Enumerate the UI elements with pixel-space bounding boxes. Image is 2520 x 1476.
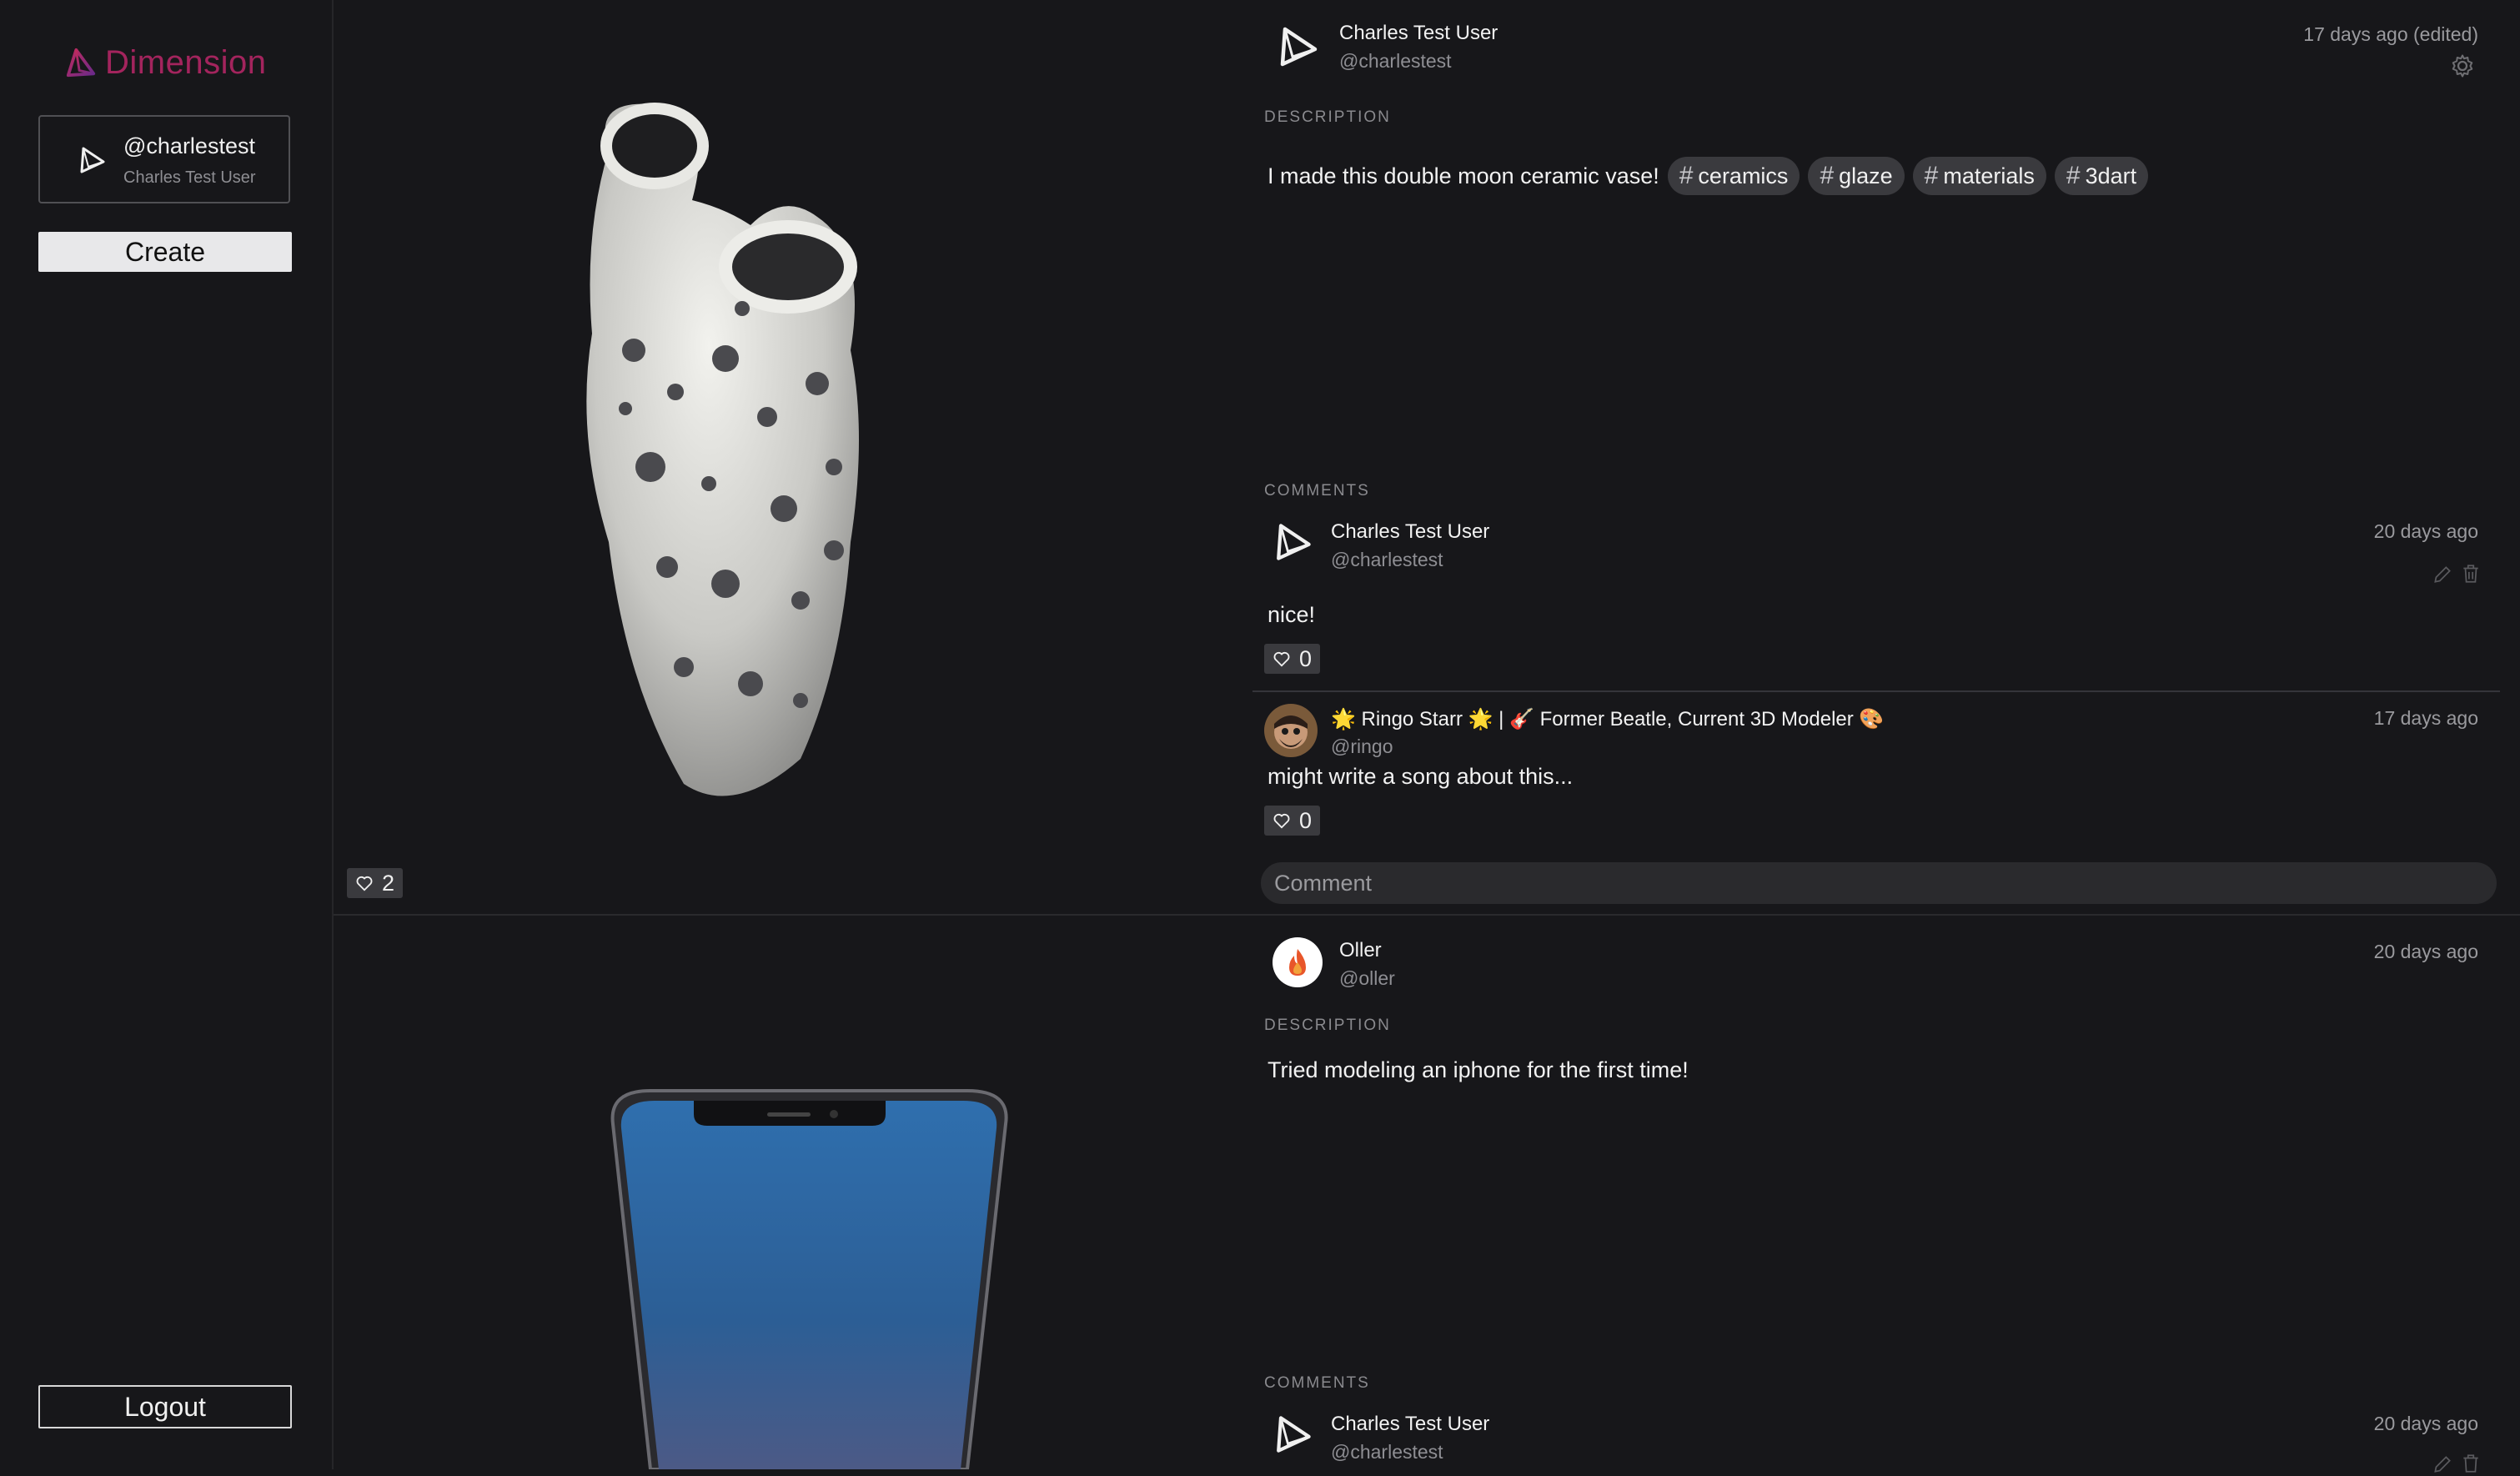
dimension-logo-icon — [66, 48, 96, 78]
comment-author-avatar[interactable] — [1269, 1411, 1316, 1458]
hash-icon: # — [1820, 162, 1835, 189]
description-label: DESCRIPTION — [1264, 108, 1391, 126]
pencil-icon[interactable] — [2432, 1453, 2453, 1476]
post-like-button[interactable]: 2 — [347, 868, 404, 898]
post-author-name[interactable]: Charles Test User — [1339, 22, 1498, 45]
comment-author-avatar[interactable] — [1269, 519, 1316, 565]
comment-author-name[interactable]: Charles Test User — [1331, 520, 1489, 544]
iphone-model-render — [610, 1089, 1008, 1469]
author-avatar[interactable] — [1273, 937, 1323, 987]
gear-icon[interactable] — [2450, 53, 2475, 78]
tag-chip[interactable]: #3dart — [2054, 157, 2149, 195]
pencil-icon[interactable] — [2432, 563, 2453, 586]
comment-author-name[interactable]: 🌟 Ringo Starr 🌟 | 🎸 Former Beatle, Curre… — [1331, 707, 1884, 731]
sidebar: Dimension @charlestest Charles Test User… — [0, 0, 334, 1469]
current-user-handle: @charlestest — [123, 133, 255, 158]
tag-chip[interactable]: # glaze — [1808, 157, 1905, 195]
comment-author-handle: @charlestest — [1331, 549, 1443, 570]
comment-author-handle: @ringo — [1331, 735, 1393, 757]
create-button[interactable]: Create — [38, 232, 292, 272]
comment-like-count: 0 — [1299, 645, 1313, 671]
post-author-name[interactable]: Oller — [1339, 939, 1382, 962]
comment-timestamp: 20 days ago — [2373, 520, 2478, 542]
comment-text: nice! — [1268, 602, 1316, 627]
comment-like-count: 0 — [1299, 807, 1313, 833]
post-timestamp: 20 days ago — [2373, 941, 2478, 962]
current-user-card[interactable]: @charlestest Charles Test User — [38, 115, 290, 203]
tag-chip[interactable]: # ceramics — [1667, 157, 1800, 195]
comments-label: COMMENTS — [1264, 482, 1370, 500]
heart-icon — [356, 876, 373, 891]
comment-timestamp: 17 days ago — [2373, 707, 2478, 729]
model-viewer[interactable] — [334, 916, 1249, 1469]
heart-icon — [1273, 651, 1290, 667]
comment-author-avatar[interactable] — [1264, 704, 1318, 757]
trash-icon[interactable] — [2460, 1452, 2482, 1475]
current-user-name: Charles Test User — [123, 168, 256, 187]
author-avatar[interactable] — [1273, 22, 1323, 72]
comment-like-button[interactable]: 0 — [1264, 806, 1321, 836]
brand-name: Dimension — [105, 43, 267, 81]
post-card — [334, 916, 2520, 1469]
comment-text: might write a song about this... — [1268, 764, 1574, 789]
post-author-handle: @oller — [1339, 967, 1395, 989]
trash-icon[interactable] — [2460, 562, 2482, 585]
post-like-count: 2 — [382, 870, 395, 896]
description-text: I made this double moon ceramic vase! — [1268, 163, 1659, 188]
comment-divider — [1252, 690, 2500, 692]
post-description: Tried modeling an iphone for the first t… — [1268, 1057, 1689, 1083]
model-viewer[interactable]: 2 — [334, 0, 1249, 914]
hash-icon: # — [1679, 162, 1694, 189]
logout-button[interactable]: Logout — [38, 1385, 292, 1428]
tag-chip[interactable]: # materials — [1912, 157, 2046, 195]
comment-timestamp: 20 days ago — [2373, 1413, 2478, 1434]
comment-author-handle: @charlestest — [1331, 1441, 1443, 1463]
description-label: DESCRIPTION — [1264, 1017, 1391, 1034]
vase-model-render — [586, 103, 859, 796]
post-description: I made this double moon ceramic vase! # c… — [1268, 157, 2149, 195]
post-timestamp: 17 days ago (edited) — [2303, 23, 2478, 45]
comment-author-name[interactable]: Charles Test User — [1331, 1413, 1489, 1436]
description-text: Tried modeling an iphone for the first t… — [1268, 1057, 1689, 1082]
brand-logo[interactable]: Dimension — [65, 42, 266, 83]
post-author-handle: @charlestest — [1339, 50, 1452, 72]
user-avatar — [80, 147, 105, 173]
heart-icon — [1273, 813, 1290, 829]
comments-label: COMMENTS — [1264, 1374, 1370, 1392]
hash-icon: # — [1924, 162, 1939, 189]
comment-like-button[interactable]: 0 — [1264, 644, 1321, 674]
comment-input[interactable] — [1261, 862, 2497, 904]
hash-icon: # — [2066, 162, 2081, 189]
